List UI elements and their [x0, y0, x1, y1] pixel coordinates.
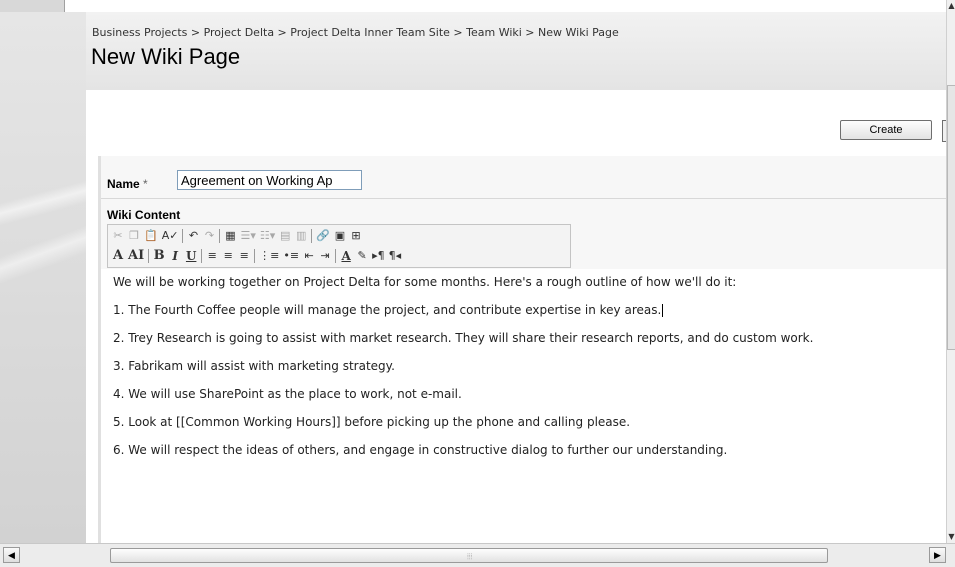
toolbar-separator [201, 249, 203, 263]
top-tab [0, 0, 65, 12]
text-cursor [662, 304, 664, 317]
insert-row-icon[interactable]: ☰▾ [240, 228, 255, 244]
content-line: 6. We will respect the ideas of others, … [113, 443, 728, 457]
name-row: Name * Agreement on Working Ap [101, 168, 949, 199]
content-line: 1. The Fourth Coffee people will manage … [113, 303, 664, 317]
content-line: 5. Look at [[Common Working Hours]] befo… [113, 415, 631, 429]
content-line: 3. Fabrikam will assist with marketing s… [113, 359, 395, 373]
split-cells-icon[interactable]: ▥ [295, 228, 307, 244]
content-line: 2. Trey Research is going to assist with… [113, 331, 814, 345]
grip-icon: ⦙⦙⦙ [467, 552, 473, 561]
increase-indent-icon[interactable]: ⇥ [319, 248, 331, 264]
image-icon[interactable]: ▣ [334, 228, 346, 244]
name-input[interactable]: Agreement on Working Ap [177, 170, 362, 190]
scroll-left-icon[interactable]: ◀ [3, 547, 20, 563]
merge-cells-icon[interactable]: ▤ [279, 228, 291, 244]
source-icon[interactable]: ⊞ [350, 228, 362, 244]
paste-icon[interactable]: 📋 [144, 228, 158, 244]
text-color-icon[interactable]: A [340, 248, 352, 264]
required-marker: * [143, 177, 148, 191]
decorative-swoosh [0, 202, 86, 292]
decrease-indent-icon[interactable]: ⇤ [303, 248, 315, 264]
wiki-content-editor[interactable]: We will be working together on Project D… [101, 269, 949, 543]
toolbar-separator [335, 249, 337, 263]
numbered-list-icon[interactable]: ⋮≡ [259, 248, 279, 264]
scroll-down-icon[interactable]: ▼ [947, 531, 955, 543]
rich-text-toolbar: ✂ ❐ 📋 A✓ ↶ ↷ ▦ ☰▾ ☷▾ ▤ ▥ 🔗 ▣ ⊞ A AI B I … [107, 224, 571, 268]
highlight-icon[interactable]: ✎ [356, 248, 368, 264]
create-button[interactable]: Create [840, 120, 932, 140]
toolbar-separator [254, 249, 256, 263]
main-content: Business Projects > Project Delta > Proj… [86, 12, 949, 543]
breadcrumb[interactable]: Business Projects > Project Delta > Proj… [92, 26, 619, 39]
content-line: We will be working together on Project D… [113, 275, 737, 289]
redo-icon[interactable]: ↷ [203, 228, 215, 244]
rtl-icon[interactable]: ¶◂ [389, 248, 402, 264]
align-right-icon[interactable]: ≡ [238, 248, 250, 264]
toolbar-separator [311, 229, 313, 243]
insert-column-icon[interactable]: ☷▾ [260, 228, 275, 244]
spellcheck-icon[interactable]: A✓ [162, 228, 179, 244]
undo-icon[interactable]: ↶ [187, 228, 199, 244]
hyperlink-icon[interactable]: 🔗 [316, 228, 330, 244]
horizontal-scroll-thumb[interactable]: ⦙⦙⦙ [110, 548, 828, 563]
toolbar-row-1: ✂ ❐ 📋 A✓ ↶ ↷ ▦ ☰▾ ☷▾ ▤ ▥ 🔗 ▣ ⊞ [112, 227, 362, 245]
horizontal-scrollbar[interactable]: ◀ ⦙⦙⦙ ▶ [0, 543, 955, 567]
scroll-right-icon[interactable]: ▶ [929, 547, 946, 563]
bullet-list-icon[interactable]: •≡ [283, 248, 299, 264]
wiki-content-label: Wiki Content [107, 208, 181, 222]
toolbar-separator [182, 229, 184, 243]
vertical-scrollbar[interactable]: ▲ ▼ [946, 0, 955, 543]
scroll-up-icon[interactable]: ▲ [947, 0, 955, 12]
page-title: New Wiki Page [91, 44, 241, 69]
name-label: Name * [107, 177, 148, 191]
content-line: 4. We will use SharePoint as the place t… [113, 387, 462, 401]
cut-icon[interactable]: ✂ [112, 228, 124, 244]
toolbar-separator [219, 229, 221, 243]
toolbar-separator [148, 249, 150, 263]
align-left-icon[interactable]: ≡ [206, 248, 218, 264]
button-row: Create [86, 90, 949, 156]
table-icon[interactable]: ▦ [224, 228, 236, 244]
align-center-icon[interactable]: ≡ [222, 248, 234, 264]
left-navigation-panel [0, 12, 86, 543]
toolbar-row-2: A AI B I U ≡ ≡ ≡ ⋮≡ •≡ ⇤ ⇥ A ✎ ▸¶ ¶◂ [112, 247, 401, 265]
font-icon[interactable]: A [112, 248, 124, 264]
vertical-scroll-thumb[interactable] [947, 85, 955, 350]
italic-icon[interactable]: I [169, 248, 181, 264]
bold-icon[interactable]: B [153, 248, 165, 264]
underline-icon[interactable]: U [185, 248, 197, 264]
title-area: Business Projects > Project Delta > Proj… [86, 12, 946, 90]
form-panel: Name * Agreement on Working Ap Wiki Cont… [98, 156, 949, 543]
font-size-icon[interactable]: AI [128, 248, 144, 264]
ltr-icon[interactable]: ▸¶ [372, 248, 385, 264]
copy-icon[interactable]: ❐ [128, 228, 140, 244]
